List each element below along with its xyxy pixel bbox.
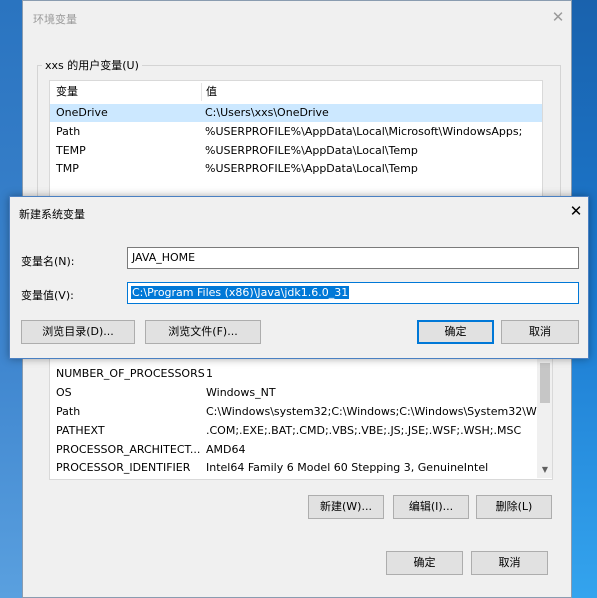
close-icon[interactable]: ✕: [567, 202, 585, 220]
var-value: C:\Users\xxs\OneDrive: [205, 106, 329, 119]
dialog-title: 环境变量: [33, 13, 77, 26]
dialog-title: 新建系统变量: [19, 208, 85, 221]
new-system-var-button[interactable]: 新建(W)...: [308, 495, 384, 519]
table-row[interactable]: OS Windows_NT: [50, 384, 552, 402]
var-value: C:\Windows\system32;C:\Windows;C:\Window…: [206, 405, 553, 418]
var-value: %USERPROFILE%\AppData\Local\Temp: [205, 144, 418, 157]
var-value: %USERPROFILE%\AppData\Local\Microsoft\Wi…: [205, 125, 523, 138]
var-value: %USERPROFILE%\AppData\Local\Temp: [205, 162, 418, 175]
table-row[interactable]: PATHEXT .COM;.EXE;.BAT;.CMD;.VBS;.VBE;.J…: [50, 422, 552, 440]
var-value: .COM;.EXE;.BAT;.CMD;.VBS;.VBE;.JS;.JSE;.…: [206, 424, 522, 437]
table-row[interactable]: OneDrive C:\Users\xxs\OneDrive: [50, 104, 542, 122]
browse-directory-button[interactable]: 浏览目录(D)...: [21, 320, 135, 344]
table-row[interactable]: NUMBER_OF_PROCESSORS 1: [50, 365, 552, 383]
var-name: OS: [56, 386, 72, 399]
user-variables-label: xxs 的用户变量(U): [42, 57, 142, 73]
user-variables-list[interactable]: 变量 值 OneDrive C:\Users\xxs\OneDrive Path…: [49, 80, 543, 201]
cancel-button[interactable]: 取消: [471, 551, 548, 575]
var-value: Intel64 Family 6 Model 60 Stepping 3, Ge…: [206, 461, 489, 474]
vertical-scrollbar[interactable]: ▼: [537, 359, 552, 478]
close-icon[interactable]: ✕: [548, 7, 568, 27]
delete-system-var-button[interactable]: 删除(L): [476, 495, 552, 519]
ok-button[interactable]: 确定: [386, 551, 463, 575]
var-name: TEMP: [56, 144, 86, 157]
var-name: TMP: [56, 162, 79, 175]
table-row[interactable]: Path %USERPROFILE%\AppData\Local\Microso…: [50, 123, 542, 141]
chevron-down-icon[interactable]: ▼: [537, 462, 552, 478]
var-value: 1: [206, 367, 213, 380]
variable-name-label: 变量名(N):: [21, 255, 75, 268]
variable-value-label: 变量值(V):: [21, 289, 74, 302]
edit-system-var-button[interactable]: 编辑(I)...: [393, 495, 469, 519]
var-name: PATHEXT: [56, 424, 105, 437]
scrollbar-thumb[interactable]: [540, 363, 550, 403]
selected-text: C:\Program Files (x86)\Java\jdk1.6.0_31: [131, 286, 350, 299]
new-system-variable-dialog: 新建系统变量 ✕ 变量名(N): JAVA_HOME 变量值(V): C:\Pr…: [9, 196, 589, 359]
ok-button[interactable]: 确定: [417, 320, 494, 344]
var-value: Windows_NT: [206, 386, 276, 399]
table-row[interactable]: Path C:\Windows\system32;C:\Windows;C:\W…: [50, 403, 552, 421]
var-name: PROCESSOR_ARCHITECT...: [56, 443, 201, 456]
var-name: Path: [56, 405, 81, 418]
variable-value-input[interactable]: C:\Program Files (x86)\Java\jdk1.6.0_31: [127, 282, 579, 304]
var-name: NUMBER_OF_PROCESSORS: [56, 367, 205, 380]
table-row[interactable]: TMP %USERPROFILE%\AppData\Local\Temp: [50, 160, 542, 178]
table-row[interactable]: TEMP %USERPROFILE%\AppData\Local\Temp: [50, 142, 542, 160]
cancel-button[interactable]: 取消: [501, 320, 579, 344]
list-header: 变量 值: [50, 83, 542, 101]
system-variables-list[interactable]: NUMBER_OF_PROCESSORS 1 OS Windows_NT Pat…: [49, 359, 553, 480]
var-name: PROCESSOR_IDENTIFIER: [56, 461, 191, 474]
browse-file-button[interactable]: 浏览文件(F)...: [145, 320, 261, 344]
table-row[interactable]: PROCESSOR_ARCHITECT... AMD64: [50, 441, 552, 459]
column-header-variable[interactable]: 变量: [56, 83, 78, 101]
var-name: OneDrive: [56, 106, 108, 119]
var-value: AMD64: [206, 443, 246, 456]
table-row[interactable]: PROCESSOR_IDENTIFIER Intel64 Family 6 Mo…: [50, 459, 552, 477]
variable-name-input[interactable]: JAVA_HOME: [127, 247, 579, 269]
var-name: Path: [56, 125, 81, 138]
column-header-value[interactable]: 值: [201, 83, 217, 101]
